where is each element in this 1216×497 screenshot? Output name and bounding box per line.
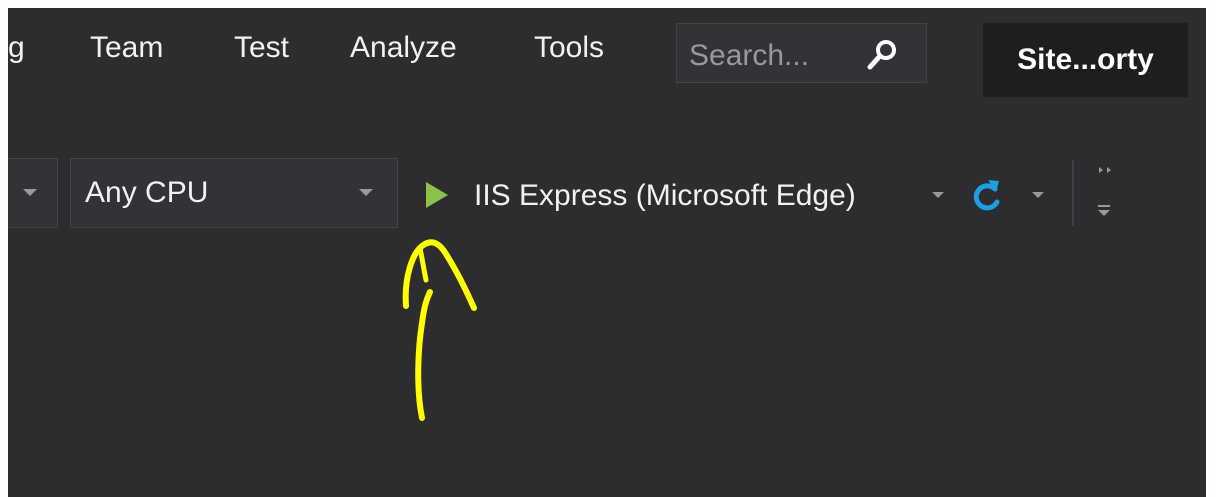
search-icon[interactable] bbox=[865, 36, 901, 72]
platform-dropdown[interactable]: Any CPU bbox=[70, 158, 398, 228]
toolbar-separator bbox=[1072, 160, 1074, 226]
menu-item-analyze[interactable]: Analyze bbox=[350, 28, 457, 68]
toolbar-overflow-icon[interactable] bbox=[1092, 163, 1116, 223]
play-icon bbox=[426, 182, 448, 208]
platform-value: Any CPU bbox=[85, 176, 209, 209]
run-target-dropdown-icon[interactable] bbox=[932, 192, 944, 198]
quick-launch-search[interactable]: Search... bbox=[676, 23, 927, 83]
menu-item-tools[interactable]: Tools bbox=[534, 28, 604, 68]
visual-studio-window: g Team Test Analyze Tools Search... Site… bbox=[8, 8, 1206, 497]
refresh-icon[interactable] bbox=[968, 176, 1004, 216]
solution-name-badge[interactable]: Site...orty bbox=[983, 23, 1188, 97]
run-target-label: IIS Express (Microsoft Edge) bbox=[474, 179, 856, 212]
configuration-dropdown[interactable] bbox=[8, 158, 58, 228]
menu-item-test[interactable]: Test bbox=[234, 28, 289, 68]
chevron-down-icon bbox=[359, 189, 373, 196]
start-debugging-button[interactable]: IIS Express (Microsoft Edge) bbox=[418, 168, 938, 224]
search-placeholder: Search... bbox=[689, 39, 810, 72]
menu-bar: g Team Test Analyze Tools Search... Site… bbox=[8, 8, 1206, 108]
menu-item-team[interactable]: Team bbox=[90, 28, 163, 68]
menu-item-debug-partial[interactable]: g bbox=[8, 28, 25, 68]
refresh-dropdown-icon[interactable] bbox=[1032, 192, 1044, 198]
chevron-down-icon bbox=[23, 189, 37, 196]
